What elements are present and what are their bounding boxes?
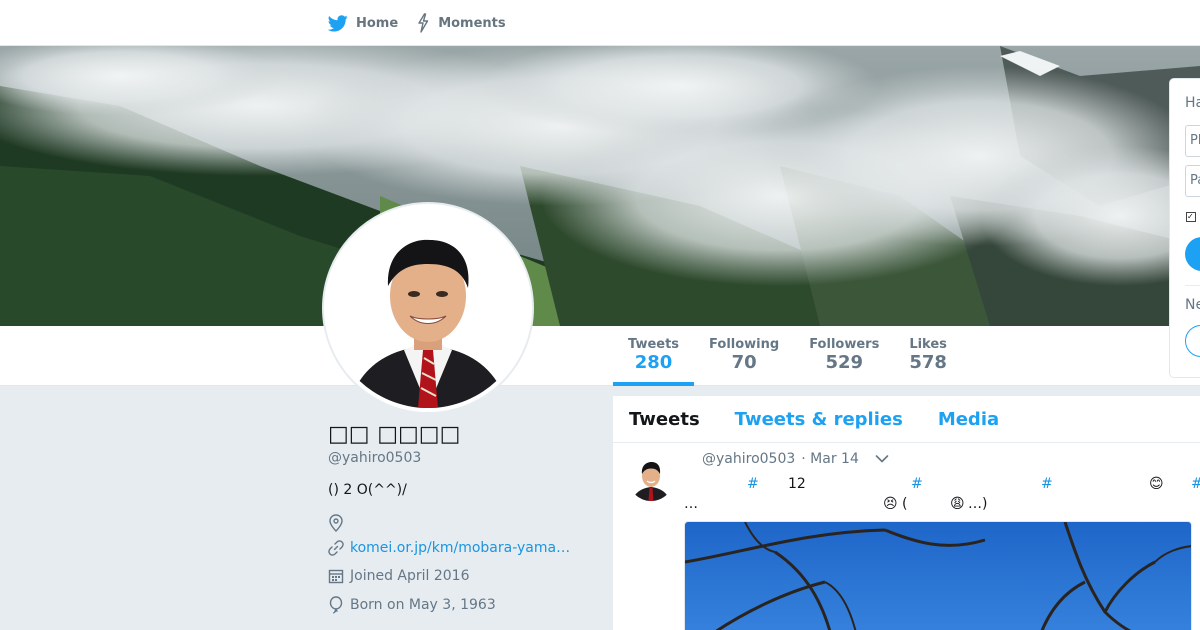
nav-moments[interactable]: Moments <box>416 0 506 46</box>
calendar-icon <box>328 569 344 584</box>
tab-tweets-and-replies[interactable]: Tweets & replies <box>735 409 903 430</box>
location-pin-icon <box>329 514 343 532</box>
login-dialog-title: Ha <box>1185 95 1200 111</box>
tweet-emoji: 😩 <box>950 496 965 512</box>
remember-me-checkbox[interactable]: ✓ <box>1186 212 1196 222</box>
tweet-media-photo[interactable] <box>684 521 1192 630</box>
stat-following-label: Following <box>709 337 780 352</box>
stat-likes-value: 578 <box>909 352 947 373</box>
new-to-twitter-label: Ne <box>1185 297 1200 313</box>
chevron-down-icon[interactable] <box>875 454 889 464</box>
profile-bio: () 2 O(^^)/ <box>328 482 407 498</box>
nav-home[interactable]: Home <box>328 0 398 46</box>
lightning-icon <box>418 13 429 33</box>
stat-tweets-label: Tweets <box>628 337 680 352</box>
profile-banner-image <box>0 46 1200 326</box>
tweet-timestamp[interactable]: · Mar 14 <box>801 451 859 467</box>
tab-tweets[interactable]: Tweets <box>629 409 700 430</box>
tweet-author-handle[interactable]: @yahiro0503 <box>702 451 795 467</box>
profile-joined-text: Joined April 2016 <box>350 568 470 584</box>
tweet-emoji: 😊 <box>1149 476 1164 492</box>
profile-website-link[interactable]: komei.or.jp/km/mobara-yama… <box>350 540 570 556</box>
profile-birthday-text: Born on May 3, 1963 <box>350 597 496 613</box>
signup-button[interactable] <box>1185 325 1200 357</box>
tweet-avatar[interactable] <box>628 455 674 501</box>
tweet-hashtag[interactable]: # <box>1041 476 1053 492</box>
top-navigation-bar: Home Moments <box>0 0 1200 46</box>
profile-name: □□ □□□□ <box>328 422 461 447</box>
stat-followers[interactable]: Followers 529 <box>794 326 894 386</box>
nav-moments-label: Moments <box>438 15 506 31</box>
password-placeholder: Pa <box>1190 173 1200 188</box>
stat-likes-label: Likes <box>909 337 947 352</box>
tweet-emoji: 😣 <box>883 496 898 512</box>
link-icon <box>328 540 344 556</box>
profile-website: komei.or.jp/km/mobara-yama… <box>328 540 570 556</box>
timeline-tabs: Tweets Tweets & replies Media <box>613 396 1200 443</box>
phone-email-placeholder: Ph <box>1190 133 1200 148</box>
profile-birthday: Born on May 3, 1963 <box>328 596 496 614</box>
stat-tweets[interactable]: Tweets 280 <box>613 326 695 386</box>
tweet-header: @yahiro0503 · Mar 14 <box>702 451 889 467</box>
tweet-text-paren: ( <box>902 496 908 512</box>
phone-email-input[interactable]: Ph <box>1185 125 1200 157</box>
stat-followers-value: 529 <box>825 352 864 373</box>
twitter-bird-icon <box>328 14 348 31</box>
profile-navigation: Tweets 280 Following 70 Followers 529 Li… <box>0 326 1200 386</box>
login-divider <box>1185 285 1200 286</box>
balloon-icon <box>329 596 343 614</box>
timeline: Tweets Tweets & replies Media @yahiro050… <box>613 396 1200 630</box>
tab-media[interactable]: Media <box>938 409 999 430</box>
profile-location <box>328 514 350 532</box>
stat-following[interactable]: Following 70 <box>694 326 794 386</box>
profile-stats: Tweets 280 Following 70 Followers 529 Li… <box>613 326 962 386</box>
login-dialog: Ha Ph Pa ✓ Ne <box>1169 78 1200 378</box>
tweet-text-number: 12 <box>788 476 806 492</box>
global-nav: Home Moments <box>328 0 524 46</box>
nav-home-label: Home <box>356 15 399 31</box>
tweet-hashtag[interactable]: # <box>911 476 923 492</box>
tweet-hashtag[interactable]: # <box>747 476 759 492</box>
tweet-hashtag[interactable]: # <box>1191 476 1200 492</box>
login-button[interactable] <box>1185 237 1200 271</box>
stat-likes[interactable]: Likes 578 <box>894 326 962 386</box>
password-input[interactable]: Pa <box>1185 165 1200 197</box>
tweet-text-ellipsis: … <box>684 496 698 512</box>
stat-followers-label: Followers <box>809 337 880 352</box>
stat-following-value: 70 <box>731 352 757 373</box>
tweet-text-paren: …) <box>968 496 988 512</box>
profile-joined: Joined April 2016 <box>328 568 470 584</box>
profile-handle: @yahiro0503 <box>328 450 422 466</box>
stat-tweets-value: 280 <box>634 352 673 373</box>
profile-avatar[interactable] <box>322 202 534 414</box>
